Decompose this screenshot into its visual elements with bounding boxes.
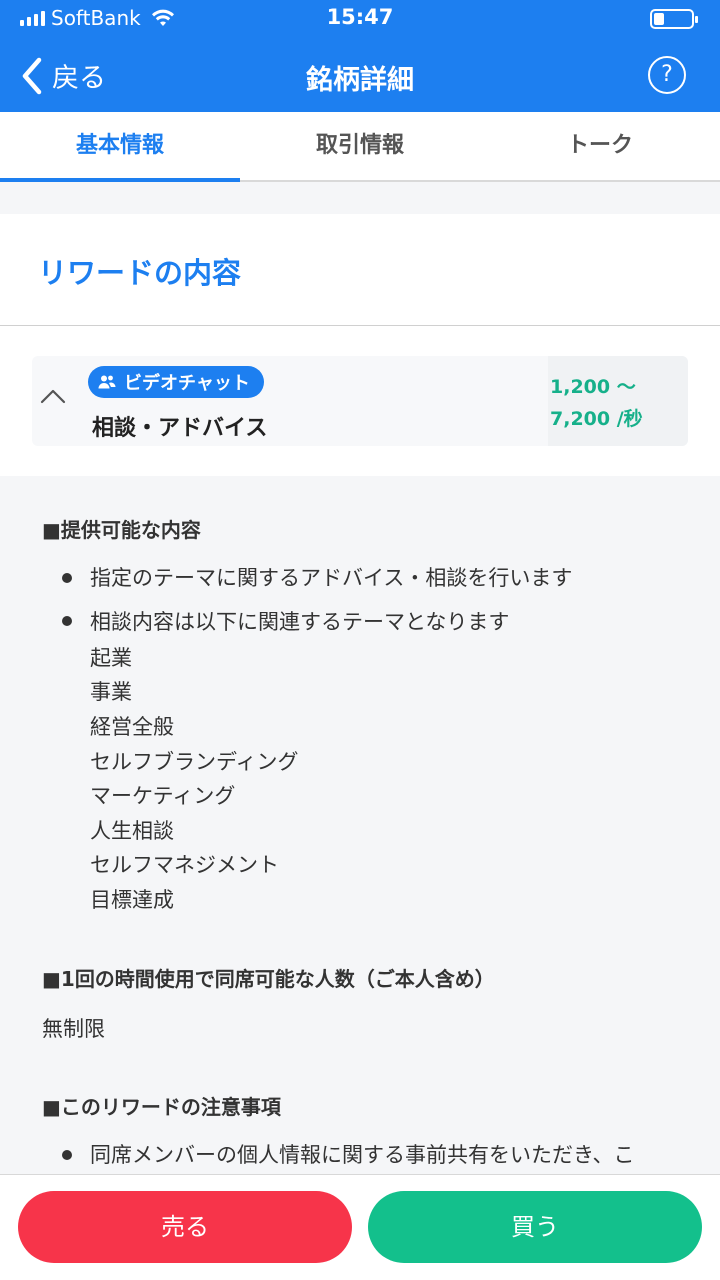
tab-basic-info[interactable]: 基本情報: [0, 112, 240, 182]
help-icon[interactable]: ?: [648, 56, 686, 94]
topic-item: 人生相談: [90, 819, 174, 843]
page-title: 銘柄詳細: [306, 65, 414, 96]
tab-trade-info[interactable]: 取引情報: [240, 112, 480, 180]
price-min: 1,200 〜: [550, 376, 636, 398]
reward-name: 相談・アドバイス: [92, 416, 268, 441]
section-title: リワードの内容: [38, 256, 242, 290]
status-bar: SoftBank 15:47: [0, 0, 720, 38]
action-bar: 売る 買う: [0, 1174, 720, 1280]
topic-item: 目標達成: [90, 888, 174, 912]
topic-item: 起業: [90, 646, 132, 670]
tab-bar: 基本情報 取引情報 トーク: [0, 112, 720, 182]
badge-label: ビデオチャット: [124, 373, 250, 394]
chevron-up-icon: [40, 389, 66, 404]
topic-item: 事業: [90, 680, 132, 704]
topic-item: セルフブランディング: [90, 750, 299, 774]
nav-bar: 戻る 銘柄詳細 ?: [0, 38, 720, 112]
tab-talk[interactable]: トーク: [480, 112, 720, 180]
topic-item: セルフマネジメント: [90, 853, 279, 877]
list-item: 同席メンバーの個人情報に関する事前共有をいただき、こ: [90, 1143, 635, 1167]
status-time: 15:47: [326, 5, 394, 29]
bullet: [62, 616, 72, 626]
people-icon: [98, 375, 116, 389]
detail-heading-notes: ■このリワードの注意事項: [42, 1095, 281, 1119]
reward-detail: ■提供可能な内容 指定のテーマに関するアドバイス・相談を行います 相談内容は以下…: [0, 476, 720, 1176]
back-button[interactable]: 戻る: [20, 56, 106, 95]
bullet: [62, 573, 72, 583]
reward-toggle[interactable]: ビデオチャット 相談・アドバイス 1,200 〜 7,200 /秒: [32, 356, 688, 446]
topic-item: マーケティング: [90, 784, 236, 808]
sell-button[interactable]: 売る: [18, 1191, 352, 1263]
chevron-left-icon: [22, 57, 42, 94]
battery-icon: [650, 9, 698, 29]
price-box: 1,200 〜 7,200 /秒: [548, 356, 688, 446]
detail-heading-capacity: ■1回の時間使用で同席可能な人数（ご本人含め）: [42, 967, 495, 991]
price-max: 7,200 /秒: [550, 408, 643, 430]
capacity-value: 無制限: [42, 1017, 105, 1041]
list-item: 指定のテーマに関するアドバイス・相談を行います: [90, 566, 573, 590]
detail-heading-offer: ■提供可能な内容: [42, 518, 201, 542]
list-item: 相談内容は以下に関連するテーマとなります: [90, 610, 510, 634]
bullet: [62, 1150, 72, 1160]
topic-item: 経営全般: [90, 715, 174, 739]
back-label: 戻る: [52, 63, 106, 94]
section-header: リワードの内容: [0, 214, 720, 326]
reward-type-badge: ビデオチャット: [88, 366, 264, 398]
reward-card: ビデオチャット 相談・アドバイス 1,200 〜 7,200 /秒: [0, 326, 720, 476]
buy-button[interactable]: 買う: [368, 1191, 702, 1263]
